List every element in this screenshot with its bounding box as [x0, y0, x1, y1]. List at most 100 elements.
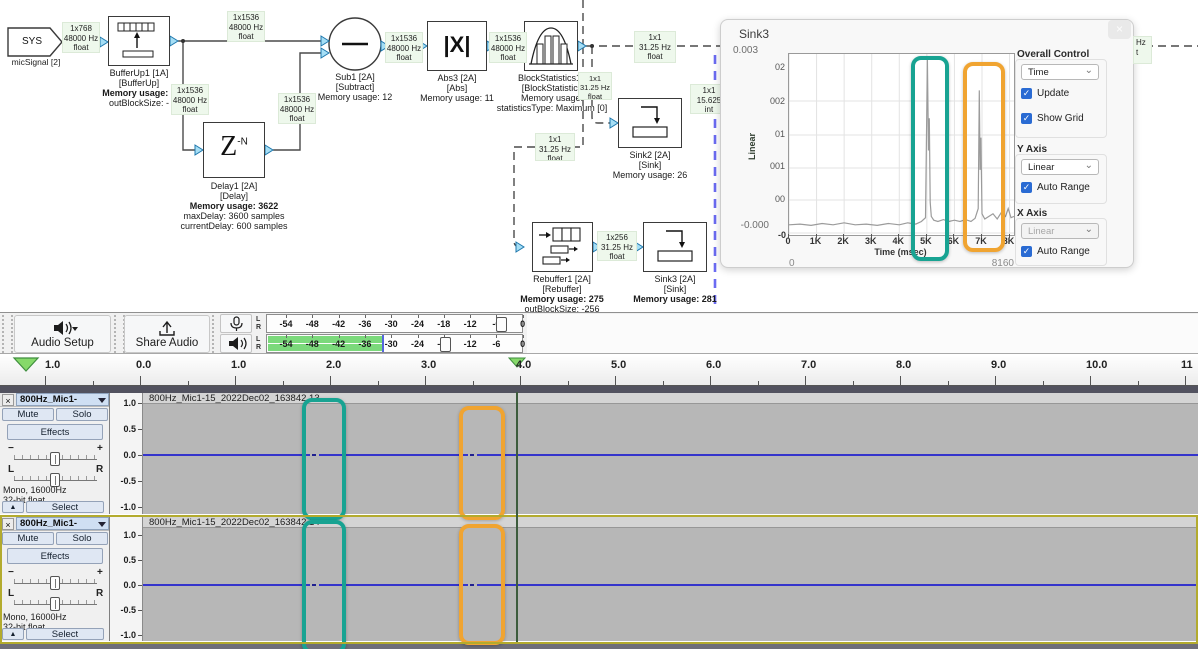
close-icon[interactable]: × [1108, 20, 1131, 39]
gain-plus-label: + [97, 567, 103, 578]
show-grid-label: Show Grid [1037, 113, 1084, 124]
timeline-ruler[interactable]: 1.00.01.02.03.04.05.06.07.08.09.010.011 [0, 356, 1198, 386]
track1-select-button[interactable]: Select [26, 501, 104, 513]
ruler-major-tick [1185, 376, 1186, 385]
meter-scale-label: -36 [355, 339, 375, 349]
wire-junction [590, 44, 594, 48]
meter-scale-tick [286, 315, 287, 318]
meter-scale-label: 0 [513, 319, 533, 329]
abs-block[interactable]: |X| [427, 21, 487, 71]
time-dropdown[interactable]: Time⌄ [1021, 64, 1099, 80]
x-auto-range-label: Auto Range [1037, 246, 1090, 257]
track2-effects-button[interactable]: Effects [7, 548, 103, 564]
ruler-time-label: 0.0 [136, 359, 151, 371]
track1-clip-title[interactable]: 800Hz_Mic1-15_2022Dec02_163842 13 [143, 393, 1198, 404]
track1-mute-button[interactable]: Mute [2, 408, 54, 421]
pan-left-label: L [8, 464, 14, 475]
track1-solo-button[interactable]: Solo [56, 408, 108, 421]
gain-slider-thumb[interactable] [50, 452, 60, 466]
recording-volume-slider[interactable] [496, 317, 507, 332]
ruler-major-tick [235, 376, 236, 385]
plot-y-tick-label: 00 [751, 194, 785, 204]
teal-highlight-track2 [302, 520, 346, 649]
meter-scale-tick [418, 315, 419, 318]
track1-amplitude-scale[interactable]: 1.00.50.0-0.5-1.0 [110, 393, 143, 514]
meter-scale-label: -12 [460, 319, 480, 329]
rebuffer-block[interactable] [532, 222, 593, 272]
ruler-minor-tick [948, 381, 949, 385]
meter-scale-label: -6 [486, 339, 506, 349]
update-checkbox[interactable]: ✓ [1021, 88, 1032, 99]
pan-slider-thumb[interactable] [50, 597, 60, 611]
track2-select-button[interactable]: Select [26, 628, 104, 640]
track1-name[interactable]: 800Hz_Mic1- [16, 393, 109, 406]
update-label: Update [1037, 88, 1069, 99]
track1-collapse-button[interactable]: ▲ [2, 501, 24, 513]
meter-scale-label: -42 [329, 339, 349, 349]
playback-meter[interactable]: -54-48-42-36-30-24-18-12-60 [266, 334, 523, 353]
bufferup-block[interactable] [108, 16, 170, 66]
delay-block[interactable]: Z-N [203, 122, 265, 178]
signal-label-1x1-3125: 1x131.25 Hzfloat [634, 31, 676, 63]
y-auto-range-checkbox[interactable]: ✓ [1021, 182, 1032, 193]
ruler-major-tick [995, 376, 996, 385]
plot-x-tick-mark [816, 234, 817, 238]
plot-x-tick-mark [1009, 234, 1010, 238]
sink3-caption: Sink3 [2A] [Sink] Memory usage: 281 [595, 274, 755, 304]
track2-close-icon[interactable]: × [2, 518, 14, 530]
show-grid-checkbox[interactable]: ✓ [1021, 113, 1032, 124]
sink3-block[interactable] [643, 222, 707, 272]
pan-right-label: R [96, 588, 103, 599]
track2-clip-title[interactable]: 800Hz_Mic1-15_2022Dec02_163842 14 [143, 517, 1198, 528]
amplitude-scale-tick [138, 560, 142, 561]
x-auto-range-checkbox[interactable]: ✓ [1021, 246, 1032, 257]
ruler-time-label: 3.0 [421, 359, 436, 371]
delay-caption: Delay1 [2A] [Delay] Memory usage: 3622 m… [154, 181, 314, 231]
track2-control-panel: × 800Hz_Mic1- Mute Solo Effects − + L R … [0, 517, 110, 641]
x-scale-dropdown[interactable]: Linear⌄ [1021, 223, 1099, 239]
toolbar-grip[interactable] [2, 315, 13, 353]
record-meter-button[interactable] [220, 314, 252, 333]
playhead-line[interactable] [516, 392, 518, 642]
audio-setup-button[interactable]: Audio Setup [14, 315, 111, 353]
y-scale-dropdown[interactable]: Linear⌄ [1021, 159, 1099, 175]
track1-close-icon[interactable]: × [2, 394, 14, 406]
record-meter-R: R [256, 324, 261, 332]
track2-mute-button[interactable]: Mute [2, 532, 54, 545]
track1-control-panel: × 800Hz_Mic1- Mute Solo Effects − + L R … [0, 393, 110, 514]
meter-scale-tick [339, 315, 340, 318]
playback-meter-button[interactable] [220, 334, 252, 353]
track2-solo-button[interactable]: Solo [56, 532, 108, 545]
track2-amplitude-scale[interactable]: 1.00.50.0-0.5-1.0 [110, 517, 143, 641]
ruler-time-label: 1.0 [231, 359, 246, 371]
plot-x-tick-mark [898, 234, 899, 238]
plot-x-tick-mark [953, 234, 954, 238]
amplitude-scale-tick [138, 507, 142, 508]
signal-label-1x1536: 1x153648000 Hzfloat [385, 32, 423, 63]
toolbar-empty-area [527, 314, 1198, 353]
amplitude-scale-tick [138, 481, 142, 482]
playback-volume-slider[interactable] [440, 337, 451, 352]
share-audio-button[interactable]: Share Audio [124, 315, 210, 353]
recording-meter[interactable]: -54-48-42-36-30-24-18-12-60 [266, 314, 523, 333]
sink2-block[interactable] [618, 98, 682, 148]
ruler-major-tick [900, 376, 901, 385]
teal-highlight-track1 [302, 398, 346, 520]
audacity-toolbar: Audio Setup Share Audio L R L R [0, 312, 1198, 354]
track1-effects-button[interactable]: Effects [7, 424, 103, 440]
bottom-strip [0, 644, 1198, 649]
orange-highlight-plot [963, 62, 1005, 252]
ruler-minor-tick [1043, 381, 1044, 385]
meter-scale-label: -36 [355, 319, 375, 329]
signal-label-1x1536: 1x153648000 Hzfloat [171, 84, 209, 115]
meter-scale-tick [391, 335, 392, 338]
ruler-major-tick [615, 376, 616, 385]
meter-scale-tick [312, 315, 313, 318]
gain-slider-thumb[interactable] [50, 576, 60, 590]
orange-highlight-track1 [459, 406, 505, 520]
meter-scale-label: -24 [408, 319, 428, 329]
sys-subtitle: micSignal [2] [2, 57, 70, 67]
track2-name[interactable]: 800Hz_Mic1- [16, 517, 109, 530]
track2-collapse-button[interactable]: ▲ [2, 628, 24, 640]
blockstatistics-block[interactable] [524, 21, 578, 71]
